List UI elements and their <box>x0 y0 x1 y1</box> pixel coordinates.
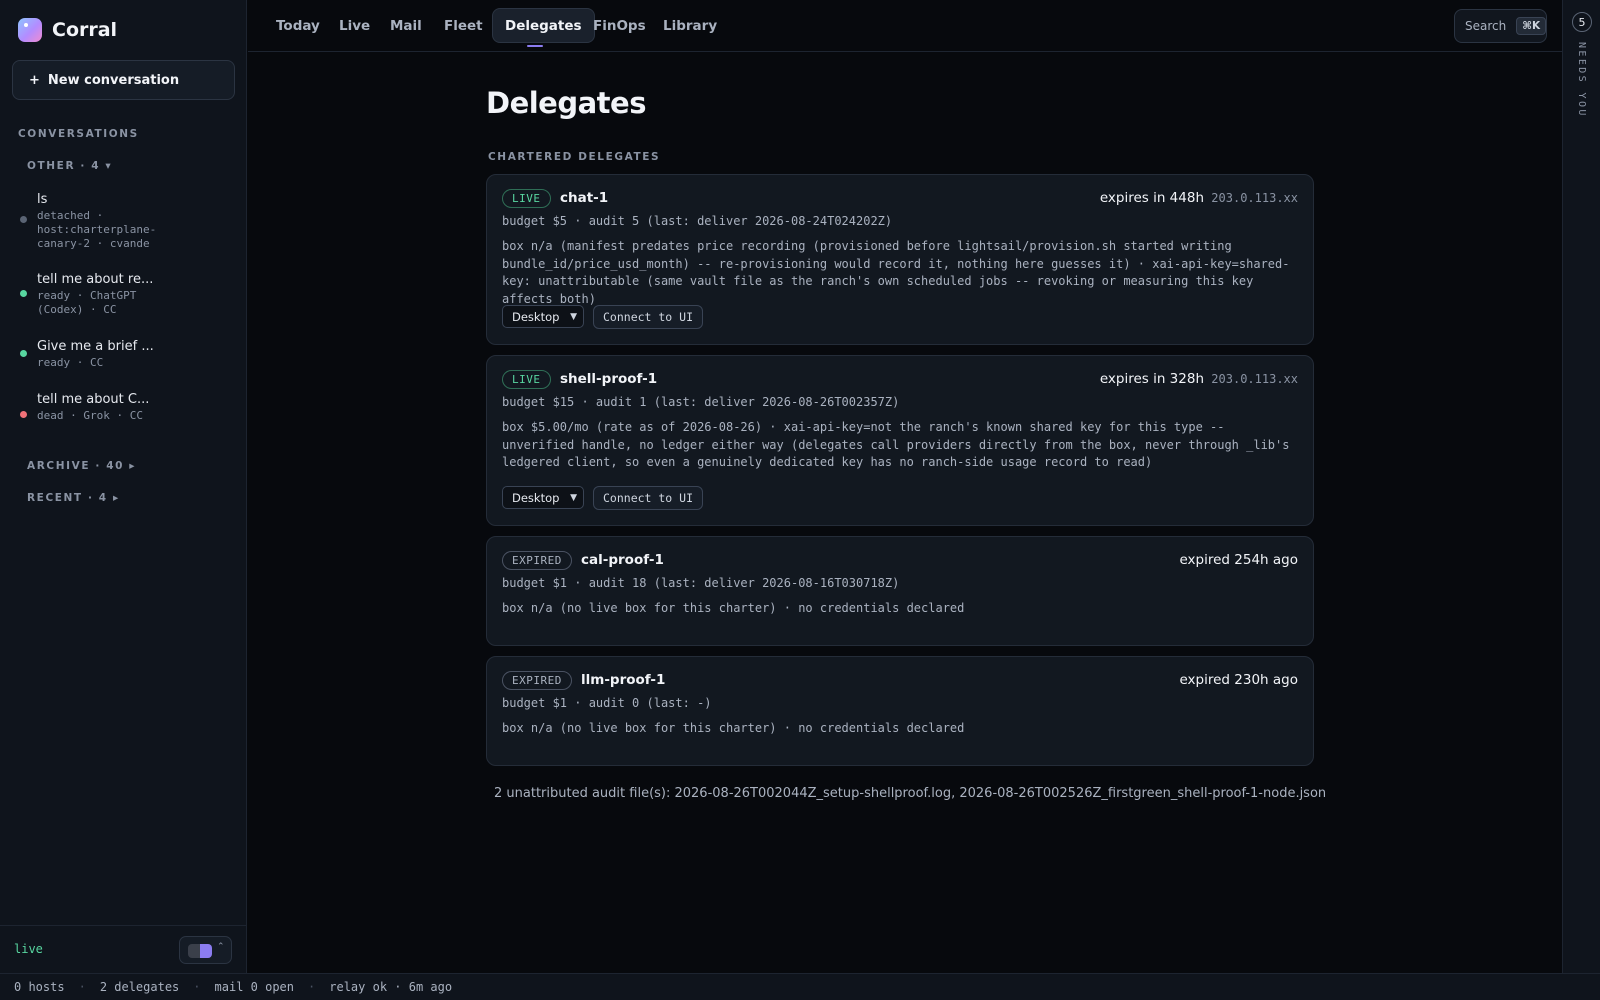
conversation-item[interactable]: tell me about C... dead · Grok · CC <box>20 392 220 438</box>
conversations-heading: CONVERSATIONS <box>18 128 139 140</box>
tab-mail[interactable]: Mail <box>378 8 434 43</box>
delegate-budget: budget $1 · audit 18 (last: deliver 2026… <box>502 576 900 590</box>
status-dot-detached <box>20 216 27 223</box>
needs-you-label: NEEDS YOU <box>1576 42 1587 118</box>
delegate-description: box $5.00/mo (rate as of 2026-08-26) · x… <box>502 420 1290 469</box>
tab-live[interactable]: Live <box>327 8 382 43</box>
delegate-card: EXPIRED cal-proof-1 expired 254h ago bud… <box>486 536 1314 646</box>
conversation-title: tell me about C... <box>37 392 150 407</box>
delegate-expiry: expires in 328h <box>1099 371 1204 387</box>
delegate-expiry: expired 230h ago <box>1179 672 1298 688</box>
delegate-card: EXPIRED llm-proof-1 expired 230h ago bud… <box>486 656 1314 766</box>
search-button[interactable]: Search ⌘K <box>1454 9 1547 43</box>
brand[interactable]: Corral <box>18 18 117 42</box>
target-select[interactable]: Desktop ▼ <box>502 486 584 509</box>
conversation-item[interactable]: Give me a brief ... ready · CC <box>20 339 220 373</box>
separator: · <box>193 980 201 994</box>
tab-today[interactable]: Today <box>264 8 332 43</box>
status-badge: EXPIRED <box>502 551 572 570</box>
status-dot-ready <box>20 350 27 357</box>
target-select-value: Desktop <box>512 490 560 505</box>
connect-to-ui-button[interactable]: Connect to UI <box>593 486 704 510</box>
chevron-up-icon: ⌃ <box>217 942 225 952</box>
delegate-expiry: expired 254h ago <box>1179 552 1298 568</box>
search-label: Search <box>1465 19 1507 33</box>
delegate-card: LIVE shell-proof-1 expires in 328h 203.0… <box>486 355 1314 526</box>
status-dot-ready <box>20 290 27 297</box>
status-badge: EXPIRED <box>502 671 572 690</box>
conversation-meta: ready · ChatGPT (Codex) · CC <box>37 289 137 316</box>
delegate-description: box n/a (no live box for this charter) ·… <box>502 601 965 615</box>
status-badge: LIVE <box>502 189 551 208</box>
group-toggle-archive[interactable]: ARCHIVE · 40 ▸ <box>27 460 136 472</box>
top-nav: Today Live Mail Fleet Delegates FinOps L… <box>248 0 1562 52</box>
tab-delegates[interactable]: Delegates <box>492 8 595 43</box>
chevron-down-icon: ▼ <box>570 492 577 503</box>
status-relay: relay ok · 6m ago <box>329 980 453 994</box>
conversation-meta: dead · Grok · CC <box>37 409 143 422</box>
delegate-description: box n/a (no live box for this charter) ·… <box>502 721 965 735</box>
tab-fleet[interactable]: Fleet <box>432 8 495 43</box>
delegate-name: llm-proof-1 <box>581 672 666 688</box>
delegate-ip: 203.0.113.xx <box>1211 191 1298 205</box>
chevron-down-icon: ▼ <box>570 311 577 322</box>
card-actions: Desktop ▼ Connect to UI <box>502 305 704 329</box>
status-mail: mail 0 open <box>214 980 295 994</box>
conversation-title: Give me a brief ... <box>37 339 154 354</box>
status-hosts: 0 hosts <box>14 980 65 994</box>
tab-finops[interactable]: FinOps <box>581 8 658 43</box>
separator: · <box>78 980 86 994</box>
unattributed-audit-note: 2 unattributed audit file(s): 2026-08-26… <box>494 786 1327 801</box>
delegate-budget: budget $15 · audit 1 (last: deliver 2026… <box>502 395 900 409</box>
sidebar-footer: live ⌃ <box>0 925 247 973</box>
group-toggle-recent[interactable]: RECENT · 4 ▸ <box>27 492 120 504</box>
page-title: Delegates <box>486 86 646 120</box>
section-heading: CHARTERED DELEGATES <box>488 151 661 163</box>
theme-toggle-icon <box>188 944 212 958</box>
theme-toggle[interactable]: ⌃ <box>179 936 232 964</box>
status-bar: 0 hosts · 2 delegates · mail 0 open · re… <box>0 973 1600 1000</box>
plus-icon: + <box>29 72 40 88</box>
new-conversation-label: New conversation <box>47 72 180 88</box>
conversation-title: tell me about re... <box>37 272 154 287</box>
corral-logo-icon <box>18 18 42 42</box>
conversation-item[interactable]: tell me about re... ready · ChatGPT (Cod… <box>20 272 220 318</box>
needs-you-count: 5 <box>1572 12 1592 32</box>
target-select[interactable]: Desktop ▼ <box>502 305 584 328</box>
active-tab-indicator <box>527 45 543 47</box>
status-delegates: 2 delegates <box>99 980 180 994</box>
delegate-card: LIVE chat-1 expires in 448h 203.0.113.xx… <box>486 174 1314 345</box>
delegate-expiry: expires in 448h <box>1099 190 1204 206</box>
conversation-title: ls <box>37 192 48 207</box>
group-toggle-other[interactable]: OTHER · 4 ▾ <box>27 160 112 172</box>
needs-you-rail[interactable]: 5 NEEDS YOU <box>1562 0 1600 973</box>
new-conversation-button[interactable]: + New conversation <box>12 60 235 100</box>
card-actions: Desktop ▼ Connect to UI <box>502 486 704 510</box>
delegate-budget: budget $1 · audit 0 (last: -) <box>502 696 712 710</box>
delegate-description: box n/a (manifest predates price recordi… <box>502 239 1290 306</box>
conversation-meta: detached · host:charterplane-canary-2 · … <box>37 209 157 250</box>
conversation-item[interactable]: ls detached · host:charterplane-canary-2… <box>20 192 220 250</box>
separator: · <box>308 980 316 994</box>
delegate-name: cal-proof-1 <box>581 552 664 568</box>
status-badge: LIVE <box>502 370 551 389</box>
app-name: Corral <box>52 19 118 41</box>
delegate-name: shell-proof-1 <box>560 371 658 387</box>
target-select-value: Desktop <box>512 309 560 324</box>
connect-to-ui-button[interactable]: Connect to UI <box>593 305 704 329</box>
connection-status: live <box>14 942 43 956</box>
tab-library[interactable]: Library <box>651 8 729 43</box>
sidebar: Corral + New conversation CONVERSATIONS … <box>0 0 247 973</box>
status-dot-dead <box>20 411 27 418</box>
delegate-ip: 203.0.113.xx <box>1211 372 1298 386</box>
conversation-meta: ready · CC <box>37 356 104 369</box>
delegate-name: chat-1 <box>560 190 609 206</box>
delegate-budget: budget $5 · audit 5 (last: deliver 2026-… <box>502 214 893 228</box>
search-shortcut: ⌘K <box>1516 17 1547 35</box>
